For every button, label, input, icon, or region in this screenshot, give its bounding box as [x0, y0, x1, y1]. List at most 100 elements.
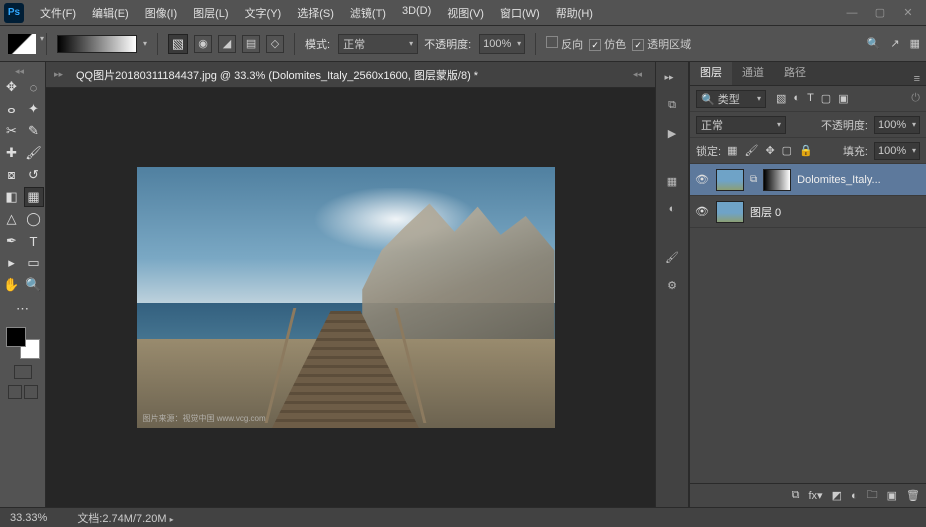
lock-pixels-icon[interactable]: 🖌: [744, 144, 758, 157]
brushsettings-panel-icon[interactable]: ⚙: [663, 276, 681, 294]
filter-adjust-icon[interactable]: ◐: [793, 92, 800, 105]
collapse-right-icon[interactable]: ◂◂: [633, 69, 649, 80]
dither-checkbox[interactable]: 仿色: [589, 36, 626, 52]
blur-tool[interactable]: △: [2, 209, 22, 229]
new-group-icon[interactable]: 🗀: [867, 486, 878, 505]
layer-fx-icon[interactable]: fx▾: [808, 489, 822, 502]
foreground-color[interactable]: [6, 327, 26, 347]
brush-panel-icon[interactable]: 🖌: [663, 248, 681, 266]
add-mask-icon[interactable]: ◩: [832, 489, 842, 502]
menu-item[interactable]: 帮助(H): [548, 1, 601, 25]
properties-panel-icon[interactable]: ▦: [663, 172, 681, 190]
path-select-tool[interactable]: ▸: [2, 253, 22, 273]
filter-type-icon[interactable]: T: [807, 92, 814, 105]
close-button[interactable]: ✕: [894, 4, 922, 22]
history-brush-tool[interactable]: ↺: [24, 165, 44, 185]
brush-tool[interactable]: 🖌: [24, 143, 44, 163]
delete-layer-icon[interactable]: 🗑: [906, 489, 920, 502]
opacity-input[interactable]: 100%▾: [479, 34, 525, 54]
layer-thumbnail[interactable]: [716, 169, 744, 191]
new-layer-icon[interactable]: ▣: [887, 489, 897, 502]
link-layers-icon[interactable]: ⧉: [792, 489, 800, 502]
visibility-toggle[interactable]: 👁: [694, 173, 710, 186]
adjustment-layer-icon[interactable]: ◐: [851, 490, 858, 502]
doc-size-display[interactable]: 文档:2.74M/7.20M ▸: [77, 510, 173, 526]
menu-item[interactable]: 图层(L): [185, 1, 236, 25]
layer-blend-select[interactable]: 正常▾: [696, 116, 786, 134]
screenmode-button[interactable]: [8, 385, 22, 399]
zoom-display[interactable]: 33.33%: [10, 512, 47, 524]
filter-smart-icon[interactable]: ▣: [838, 92, 848, 105]
color-swatches[interactable]: [6, 327, 40, 359]
share-icon[interactable]: ↗: [890, 37, 899, 50]
gradient-preview[interactable]: [57, 35, 137, 53]
stamp-tool[interactable]: ⧇: [2, 165, 22, 185]
blend-mode-select[interactable]: 正常▾: [338, 34, 418, 54]
lock-transparency-icon[interactable]: ▦: [727, 144, 737, 157]
shape-tool[interactable]: ▭: [24, 253, 44, 273]
mask-link-icon[interactable]: ⧉: [750, 174, 757, 185]
layers-tab[interactable]: 图层: [690, 59, 732, 85]
mask-thumbnail[interactable]: [763, 169, 791, 191]
minimize-button[interactable]: —: [838, 4, 866, 22]
menu-item[interactable]: 编辑(E): [84, 1, 137, 25]
layer-row[interactable]: 👁 图层 0: [690, 196, 926, 228]
layer-thumbnail[interactable]: [716, 201, 744, 223]
layer-row[interactable]: 👁 ⧉ Dolomites_Italy...: [690, 164, 926, 196]
maximize-button[interactable]: ▢: [866, 4, 894, 22]
angle-gradient-button[interactable]: ◢: [218, 35, 236, 53]
document-tab[interactable]: QQ图片20180311184437.jpg @ 33.3% (Dolomite…: [76, 67, 478, 83]
search-icon[interactable]: 🔍: [867, 37, 881, 50]
marquee-tool[interactable]: ◌: [24, 77, 44, 97]
menu-item[interactable]: 选择(S): [289, 1, 342, 25]
panel-menu-icon[interactable]: ≡: [908, 73, 926, 85]
menu-item[interactable]: 3D(D): [394, 1, 439, 25]
menu-item[interactable]: 文字(Y): [237, 1, 290, 25]
lock-position-icon[interactable]: ✥: [765, 144, 774, 157]
filter-pixel-icon[interactable]: ▧: [776, 92, 786, 105]
layer-opacity-input[interactable]: 100%▾: [874, 116, 920, 134]
move-tool[interactable]: ✥: [2, 77, 22, 97]
healing-tool[interactable]: ✚: [2, 143, 22, 163]
canvas-viewport[interactable]: 图片来源：视觉中国 www.vcg.com: [46, 88, 655, 507]
gradient-tool[interactable]: ▦: [24, 187, 44, 207]
eraser-tool[interactable]: ◧: [2, 187, 22, 207]
menu-item[interactable]: 图像(I): [137, 1, 185, 25]
hand-tool[interactable]: ✋: [2, 275, 22, 295]
reverse-checkbox[interactable]: 反向: [546, 36, 583, 52]
collapse-left-icon[interactable]: ▸▸: [54, 69, 70, 80]
pen-tool[interactable]: ✒: [2, 231, 22, 251]
menu-item[interactable]: 滤镜(T): [342, 1, 394, 25]
expand-dock-icon[interactable]: ▸▸: [660, 68, 678, 86]
workspace-icon[interactable]: ▦: [910, 37, 920, 50]
paths-tab[interactable]: 路径: [774, 59, 816, 85]
layer-fill-input[interactable]: 100%▾: [874, 142, 920, 160]
lock-all-icon[interactable]: 🔒: [799, 144, 813, 157]
linear-gradient-button[interactable]: ▧: [168, 34, 188, 54]
quick-select-tool[interactable]: ✦: [24, 99, 44, 119]
lock-artboard-icon[interactable]: ▢: [782, 144, 792, 157]
type-tool[interactable]: T: [24, 231, 44, 251]
crop-tool[interactable]: ✂: [2, 121, 22, 141]
layer-name[interactable]: 图层 0: [750, 204, 922, 220]
filter-toggle[interactable]: ⏻: [911, 92, 920, 105]
visibility-toggle[interactable]: 👁: [694, 205, 710, 218]
channels-tab[interactable]: 通道: [732, 59, 774, 85]
transparency-checkbox[interactable]: 透明区域: [632, 36, 691, 52]
menu-item[interactable]: 视图(V): [439, 1, 492, 25]
menu-item[interactable]: 文件(F): [32, 1, 84, 25]
quickmask-button[interactable]: [14, 365, 32, 379]
layer-filter-select[interactable]: 🔍 类型▾: [696, 90, 766, 108]
eyedropper-tool[interactable]: ✎: [24, 121, 44, 141]
zoom-tool[interactable]: 🔍: [24, 275, 44, 295]
layer-name[interactable]: Dolomites_Italy...: [797, 174, 922, 186]
adjustments-panel-icon[interactable]: ◐: [663, 200, 681, 218]
reflected-gradient-button[interactable]: ▤: [242, 35, 260, 53]
radial-gradient-button[interactable]: ◉: [194, 35, 212, 53]
diamond-gradient-button[interactable]: ◇: [266, 35, 284, 53]
menu-item[interactable]: 窗口(W): [492, 1, 548, 25]
actions-panel-icon[interactable]: ▶: [663, 124, 681, 142]
edit-toolbar-button[interactable]: ⋯: [13, 299, 33, 319]
lasso-tool[interactable]: ⴰ: [2, 99, 22, 119]
screenmode-alt-button[interactable]: [24, 385, 38, 399]
